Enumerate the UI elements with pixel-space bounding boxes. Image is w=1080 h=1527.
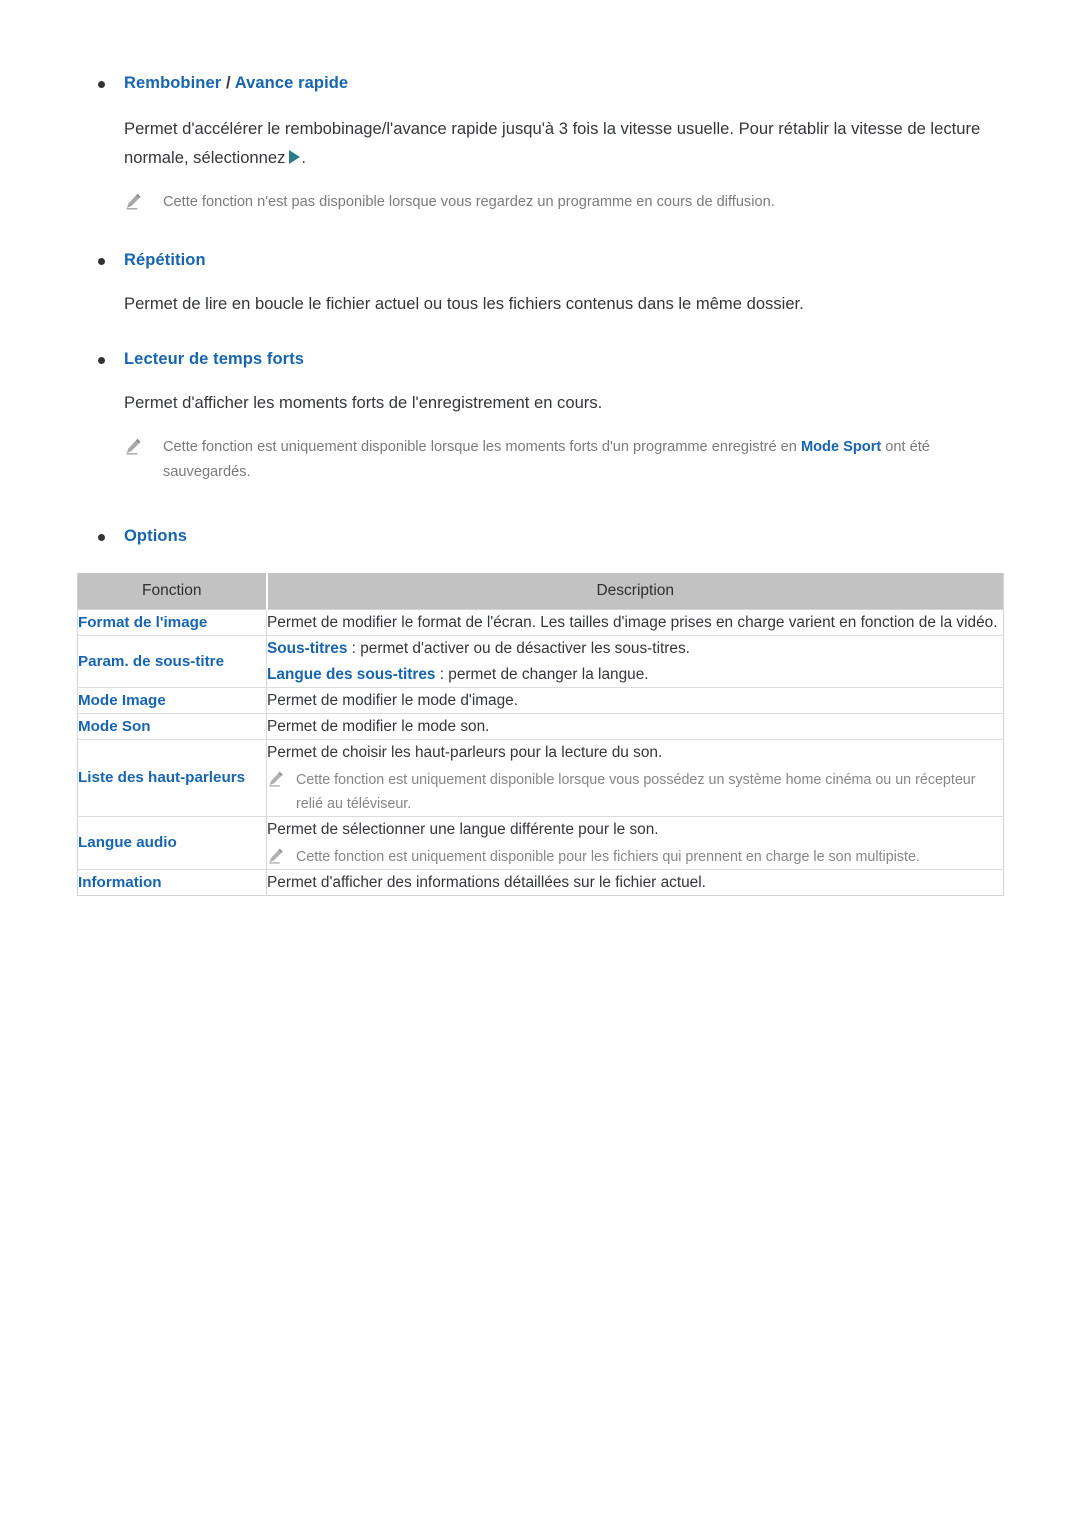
cell-note-text: Cette fonction est uniquement disponible… — [296, 772, 976, 812]
desc-line: Permet de sélectionner une langue différ… — [267, 821, 659, 838]
desc-line: Permet de modifier le mode d'image. — [267, 692, 519, 709]
options-table-wrapper: Fonction Description Format de l'image P… — [77, 573, 1004, 896]
bullet-dot-icon — [98, 357, 105, 364]
desc-line-rest: : permet d'activer ou de désactiver les … — [347, 640, 690, 657]
options-table: Fonction Description Format de l'image P… — [77, 573, 1004, 896]
desc-line: Sous-titres : permet d'activer ou de dés… — [267, 636, 1003, 661]
cell-fonction: Liste des haut-parleurs — [77, 739, 267, 817]
body-lecteur-temps-forts: Permet d'afficher les moments forts de l… — [124, 393, 603, 412]
options-table-body: Format de l'image Permet de modifier le … — [77, 609, 1004, 896]
table-row: Liste des haut-parleurs Permet de choisi… — [77, 739, 1004, 817]
cell-description: Permet d'afficher des informations détai… — [266, 869, 1004, 896]
table-row: Format de l'image Permet de modifier le … — [77, 609, 1004, 636]
cell-description: Permet de modifier le mode son. — [266, 713, 1004, 740]
section-rembobiner: Rembobiner / Avance rapide — [0, 72, 1080, 94]
desc-term-sous-titres: Sous-titres — [267, 640, 348, 657]
cell-description: Permet de choisir les haut-parleurs pour… — [266, 739, 1004, 817]
desc-line: Permet d'afficher des informations détai… — [267, 874, 706, 891]
heading-term-rembobiner: Rembobiner — [124, 74, 222, 92]
section-heading-rembobiner: Rembobiner / Avance rapide — [124, 72, 1080, 94]
note-rembobiner: Cette fonction n'est pas disponible lors… — [0, 190, 1080, 215]
bullet-dot-icon — [98, 258, 105, 265]
section-lecteur-temps-forts: Lecteur de temps forts — [0, 348, 1080, 370]
note-temps-forts-mode-sport: Mode Sport — [800, 439, 882, 455]
cell-fonction: Mode Son — [77, 713, 267, 740]
cell-note: Cette fonction est uniquement disponible… — [267, 845, 1003, 869]
cell-note: Cette fonction est uniquement disponible… — [267, 768, 1003, 816]
note-rembobiner-text: Cette fonction n'est pas disponible lors… — [163, 194, 775, 210]
options-table-head: Fonction Description — [77, 573, 1004, 610]
bullet-dot-icon — [98, 81, 105, 88]
table-row: Langue audio Permet de sélectionner une … — [77, 816, 1004, 870]
table-row: Mode Son Permet de modifier le mode son. — [77, 713, 1004, 740]
section-options: Options — [0, 525, 1080, 547]
section-heading-options: Options — [124, 527, 188, 545]
cell-note-text: Cette fonction est uniquement disponible… — [296, 849, 920, 865]
note-temps-forts-part1: Cette fonction est uniquement disponible… — [163, 439, 801, 455]
desc-line: Langue des sous-titres : permet de chang… — [267, 662, 1003, 687]
cell-description: Permet de sélectionner une langue différ… — [266, 816, 1004, 870]
table-row: Information Permet d'afficher des inform… — [77, 869, 1004, 896]
desc-line: Permet de modifier le mode son. — [267, 718, 490, 735]
bullet-dot-icon — [98, 534, 105, 541]
body-rembobiner: Permet d'accélérer le rembobinage/l'avan… — [0, 114, 1080, 172]
top-spacer — [0, 0, 1080, 72]
desc-line-rest: : permet de changer la langue. — [435, 666, 649, 683]
cell-fonction: Mode Image — [77, 687, 267, 714]
play-triangle-icon — [289, 150, 301, 164]
cell-fonction: Information — [77, 869, 267, 896]
body-rembobiner-text: Permet d'accélérer le rembobinage/l'avan… — [124, 119, 981, 167]
desc-line: Permet de choisir les haut-parleurs pour… — [267, 744, 663, 761]
note-lecteur-temps-forts: Cette fonction est uniquement disponible… — [0, 435, 1080, 485]
cell-fonction: Param. de sous-titre — [77, 635, 267, 688]
heading-separator: / — [221, 74, 235, 92]
table-header-row: Fonction Description — [77, 573, 1004, 610]
table-row: Param. de sous-titre Sous-titres : perme… — [77, 635, 1004, 688]
pencil-note-icon — [267, 770, 285, 788]
body-repetition: Permet de lire en boucle le fichier actu… — [124, 294, 804, 313]
desc-term-langue-sous-titres: Langue des sous-titres — [267, 666, 436, 683]
section-heading-lecteur-temps-forts: Lecteur de temps forts — [124, 350, 305, 368]
cell-fonction: Format de l'image — [77, 609, 267, 636]
section-heading-repetition: Répétition — [124, 251, 206, 269]
body-rembobiner-period: . — [301, 148, 307, 167]
cell-description: Permet de modifier le mode d'image. — [266, 687, 1004, 714]
cell-description: Sous-titres : permet d'activer ou de dés… — [266, 635, 1004, 688]
heading-term-avance-rapide: Avance rapide — [234, 74, 349, 92]
pencil-note-icon — [267, 847, 285, 865]
desc-line: Permet de modifier le format de l'écran.… — [267, 614, 998, 631]
section-repetition: Répétition — [0, 249, 1080, 271]
pencil-note-icon — [124, 192, 143, 211]
column-header-description: Description — [266, 573, 1004, 610]
manual-page: Rembobiner / Avance rapide Permet d'accé… — [0, 0, 1080, 1527]
column-header-fonction: Fonction — [77, 573, 268, 610]
table-row: Mode Image Permet de modifier le mode d'… — [77, 687, 1004, 714]
pencil-note-icon — [124, 437, 143, 456]
cell-description: Permet de modifier le format de l'écran.… — [266, 609, 1004, 636]
cell-fonction: Langue audio — [77, 816, 267, 870]
